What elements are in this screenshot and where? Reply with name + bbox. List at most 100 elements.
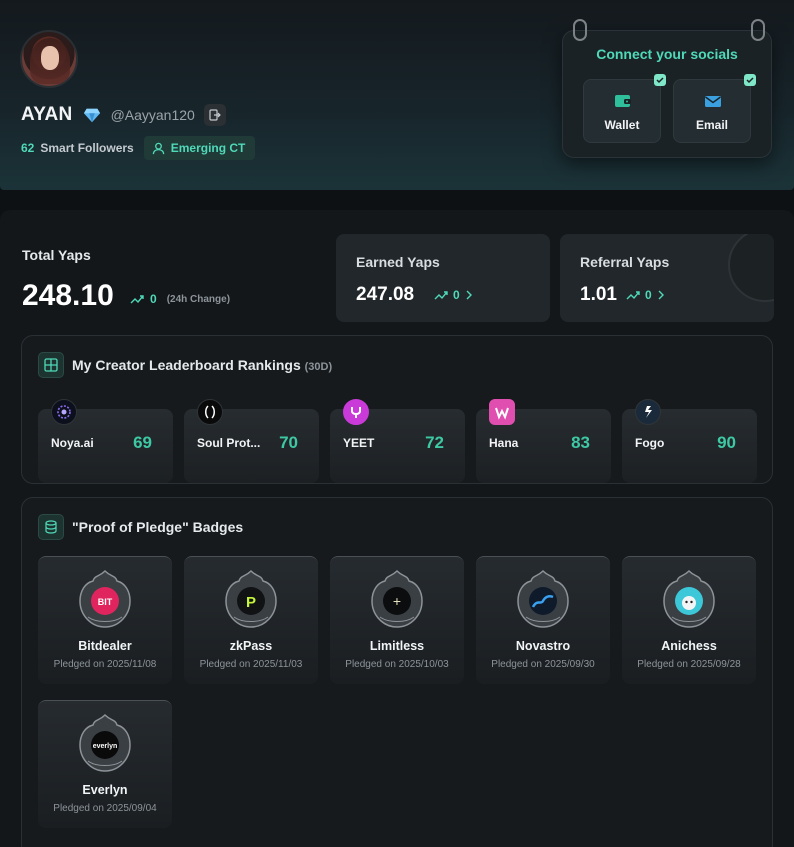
badge-name: zkPass	[229, 639, 273, 653]
badge-name: Limitless	[369, 639, 425, 653]
badge-date: Pledged on 2025/11/03	[199, 659, 303, 670]
badge-card-zkpass[interactable]: P zkPass Pledged on 2025/11/03	[184, 556, 318, 684]
coins-icon	[38, 514, 64, 540]
profile-handle: @Aayyan120	[110, 107, 195, 123]
wallet-button[interactable]: Wallet	[583, 74, 666, 143]
wallet-icon	[615, 95, 631, 107]
badge-date: Pledged on 2025/09/30	[491, 659, 595, 670]
rank-card-fogo[interactable]: Fogo 90	[622, 399, 757, 483]
referral-yaps-value: 1.01	[580, 284, 617, 305]
main-content: Total Yaps 248.10 0 (24h Change) Earned …	[0, 210, 794, 847]
chevron-right-icon	[466, 290, 472, 300]
badge-name: Bitdealer	[78, 639, 132, 653]
chevron-right-icon	[658, 290, 664, 300]
hana-logo-icon	[489, 399, 515, 425]
name-row: AYAN @Aayyan120	[21, 104, 226, 126]
trend-up-icon	[434, 291, 448, 300]
badge-card-anichess[interactable]: Anichess Pledged on 2025/09/28	[622, 556, 756, 684]
rank-card-soul[interactable]: Soul Prot... 70	[184, 399, 319, 483]
check-icon	[744, 74, 756, 86]
badge-date: Pledged on 2025/10/03	[345, 659, 449, 670]
email-icon	[705, 96, 721, 107]
rank-name: Hana	[489, 436, 519, 450]
fogo-logo-icon	[635, 399, 661, 425]
noya-logo-icon	[51, 399, 77, 425]
rank-name: YEET	[343, 436, 375, 450]
pledge-badge-icon: everlyn	[79, 713, 131, 772]
pledge-badge-icon	[517, 569, 569, 628]
trend-up-icon	[130, 295, 144, 304]
binder-ring	[751, 19, 765, 41]
trend-up-icon	[626, 291, 640, 300]
smart-followers-label: Smart Followers	[40, 141, 134, 155]
followers-row: 62 Smart Followers Emerging CT	[21, 136, 256, 160]
profile-name: AYAN	[21, 104, 73, 125]
pledge-badge-icon: BIT	[79, 569, 131, 628]
total-yaps-value: 248.10	[22, 279, 114, 312]
soul-protocol-logo-icon	[197, 399, 223, 425]
earned-yaps-value: 247.08	[356, 284, 415, 305]
total-yaps-label: Total Yaps	[22, 247, 91, 263]
socials-title: Connect your socials	[596, 46, 738, 62]
total-change-note: (24h Change)	[166, 293, 231, 305]
leaderboard-title: My Creator Leaderboard Rankings (30D)	[72, 357, 332, 373]
referral-yaps-card[interactable]: Referral Yaps 1.01 0	[560, 234, 774, 322]
rank-value: 83	[571, 433, 590, 452]
badge-card-everlyn[interactable]: everlyn Everlyn Pledged on 2025/09/04	[38, 700, 172, 828]
total-change-value: 0	[150, 292, 157, 306]
rank-value: 90	[717, 433, 736, 452]
badge-card-novastro[interactable]: Novastro Pledged on 2025/09/30	[476, 556, 610, 684]
badge-card-bitdealer[interactable]: BIT Bitdealer Pledged on 2025/11/08	[38, 556, 172, 684]
badge-name: Novastro	[515, 639, 571, 653]
earned-change-value: 0	[453, 288, 460, 302]
tier-badge-label: Emerging CT	[170, 141, 246, 155]
referral-yaps-label: Referral Yaps	[580, 254, 670, 270]
logout-button[interactable]	[203, 104, 226, 126]
smart-followers-count: 62	[21, 141, 35, 155]
badge-date: Pledged on 2025/11/08	[53, 659, 157, 670]
user-icon	[152, 142, 164, 154]
referral-yaps-change[interactable]: 0	[626, 288, 665, 302]
avatar[interactable]	[20, 30, 78, 88]
yeet-logo-icon	[343, 399, 369, 425]
badges-title: "Proof of Pledge" Badges	[72, 519, 244, 535]
pledge-badge-icon	[663, 569, 715, 628]
pledge-badge-icon: +	[371, 569, 423, 628]
rank-value: 70	[279, 433, 298, 452]
referral-change-value: 0	[645, 288, 652, 302]
badge-name: Anichess	[661, 639, 717, 653]
rank-card-yeet[interactable]: YEET 72	[330, 399, 465, 483]
logout-icon	[209, 109, 221, 121]
bitdealer-logo-text: BIT	[98, 597, 113, 607]
avatar-face	[41, 46, 59, 70]
everlyn-logo-text: everlyn	[93, 743, 118, 750]
rank-card-noya[interactable]: Noya.ai 69	[38, 399, 173, 483]
layout-icon	[38, 352, 64, 378]
rank-card-hana[interactable]: Hana 83	[476, 399, 611, 483]
leaderboard-panel: My Creator Leaderboard Rankings (30D) No…	[21, 335, 773, 484]
rank-value: 72	[425, 433, 444, 452]
rank-name: Soul Prot...	[197, 436, 261, 450]
pledge-badge-icon: P	[225, 569, 277, 628]
binder-ring	[573, 19, 587, 41]
email-label: Email	[695, 118, 728, 132]
badge-card-limitless[interactable]: + Limitless Pledged on 2025/10/03	[330, 556, 464, 684]
earned-yaps-label: Earned Yaps	[356, 254, 440, 270]
email-button[interactable]: Email	[673, 74, 756, 143]
profile-header: AYAN @Aayyan120 62 Smart Followers Emerg…	[0, 0, 794, 190]
total-yaps-change: 0 (24h Change)	[130, 292, 230, 306]
rank-value: 69	[133, 433, 152, 452]
socials-card: Connect your socials Wallet Email	[562, 19, 772, 158]
badge-date: Pledged on 2025/09/04	[53, 803, 157, 814]
earned-yaps-card[interactable]: Earned Yaps 247.08 0	[336, 234, 550, 322]
leaderboard-title-text: My Creator Leaderboard Rankings	[72, 357, 301, 373]
badges-panel: "Proof of Pledge" Badges BIT Bitdealer P…	[21, 497, 773, 847]
badge-name: Everlyn	[82, 783, 128, 797]
leaderboard-period: (30D)	[304, 361, 333, 373]
tier-badge[interactable]: Emerging CT	[143, 136, 256, 160]
earned-yaps-change[interactable]: 0	[434, 288, 473, 302]
rank-name: Fogo	[635, 436, 665, 450]
wallet-label: Wallet	[604, 118, 640, 132]
diamond-icon	[83, 108, 100, 123]
limitless-logo-text: +	[393, 593, 401, 609]
